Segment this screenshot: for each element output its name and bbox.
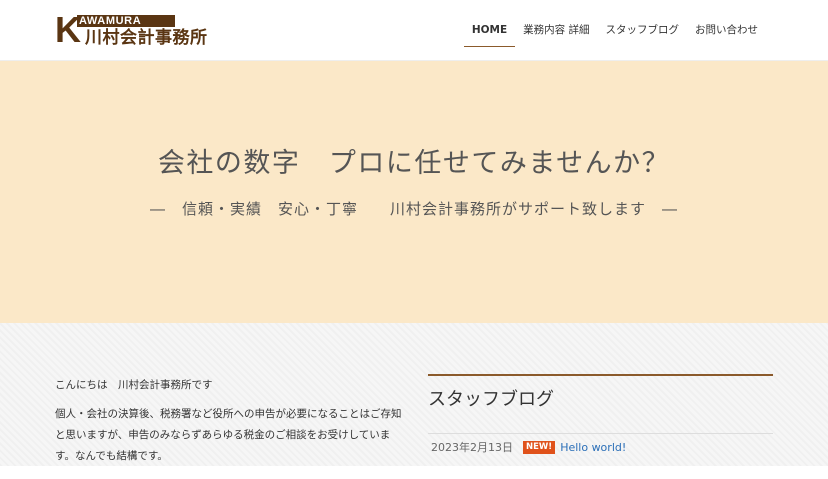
nav-home[interactable]: HOME — [463, 22, 516, 47]
nav-contact[interactable]: お問い合わせ — [687, 22, 766, 38]
site-logo[interactable]: K AWAMURA 川村会計事務所 — [55, 12, 215, 49]
blog-divider — [428, 433, 773, 434]
blog-post-link[interactable]: Hello world! — [560, 441, 626, 454]
intro-section: こんにちは 川村会計事務所です 個人・会社の決算後、税務署など役所への申告が必要… — [55, 375, 405, 479]
blog-post-item: 2023年2月13日 NEW! Hello world! — [428, 439, 773, 455]
nav-staff-blog[interactable]: スタッフブログ — [598, 22, 688, 38]
new-badge: NEW! — [523, 440, 556, 454]
hero-banner: 会社の数字 プロに任せてみませんか？ ― 信頼・実績 安心・丁寧 川村会計事務所… — [0, 61, 828, 323]
blog-heading: スタッフブログ — [428, 389, 554, 410]
hero-subtitle: ― 信頼・実績 安心・丁寧 川村会計事務所がサポート致します ― — [149, 200, 678, 218]
main-nav: HOME 業務内容 詳細 スタッフブログ お問い合わせ — [463, 22, 766, 47]
intro-greeting: こんにちは 川村会計事務所です — [55, 379, 213, 391]
intro-body: 個人・会社の決算後、税務署など役所への申告が必要になることはご存知と思いますが、… — [55, 408, 402, 462]
blog-post-date: 2023年2月13日 — [431, 441, 513, 454]
main-content: こんにちは 川村会計事務所です 個人・会社の決算後、税務署など役所への申告が必要… — [0, 323, 828, 466]
nav-services[interactable]: 業務内容 詳細 — [515, 22, 597, 38]
site-header: K AWAMURA 川村会計事務所 HOME 業務内容 詳細 スタッフブログ お… — [0, 0, 828, 61]
hero-title: 会社の数字 プロに任せてみませんか？ — [157, 148, 671, 179]
staff-blog-section: スタッフブログ 2023年2月13日 NEW! Hello world! — [428, 374, 773, 455]
logo-japanese: 川村会計事務所 — [85, 28, 208, 48]
logo-english: AWAMURA — [79, 15, 142, 27]
